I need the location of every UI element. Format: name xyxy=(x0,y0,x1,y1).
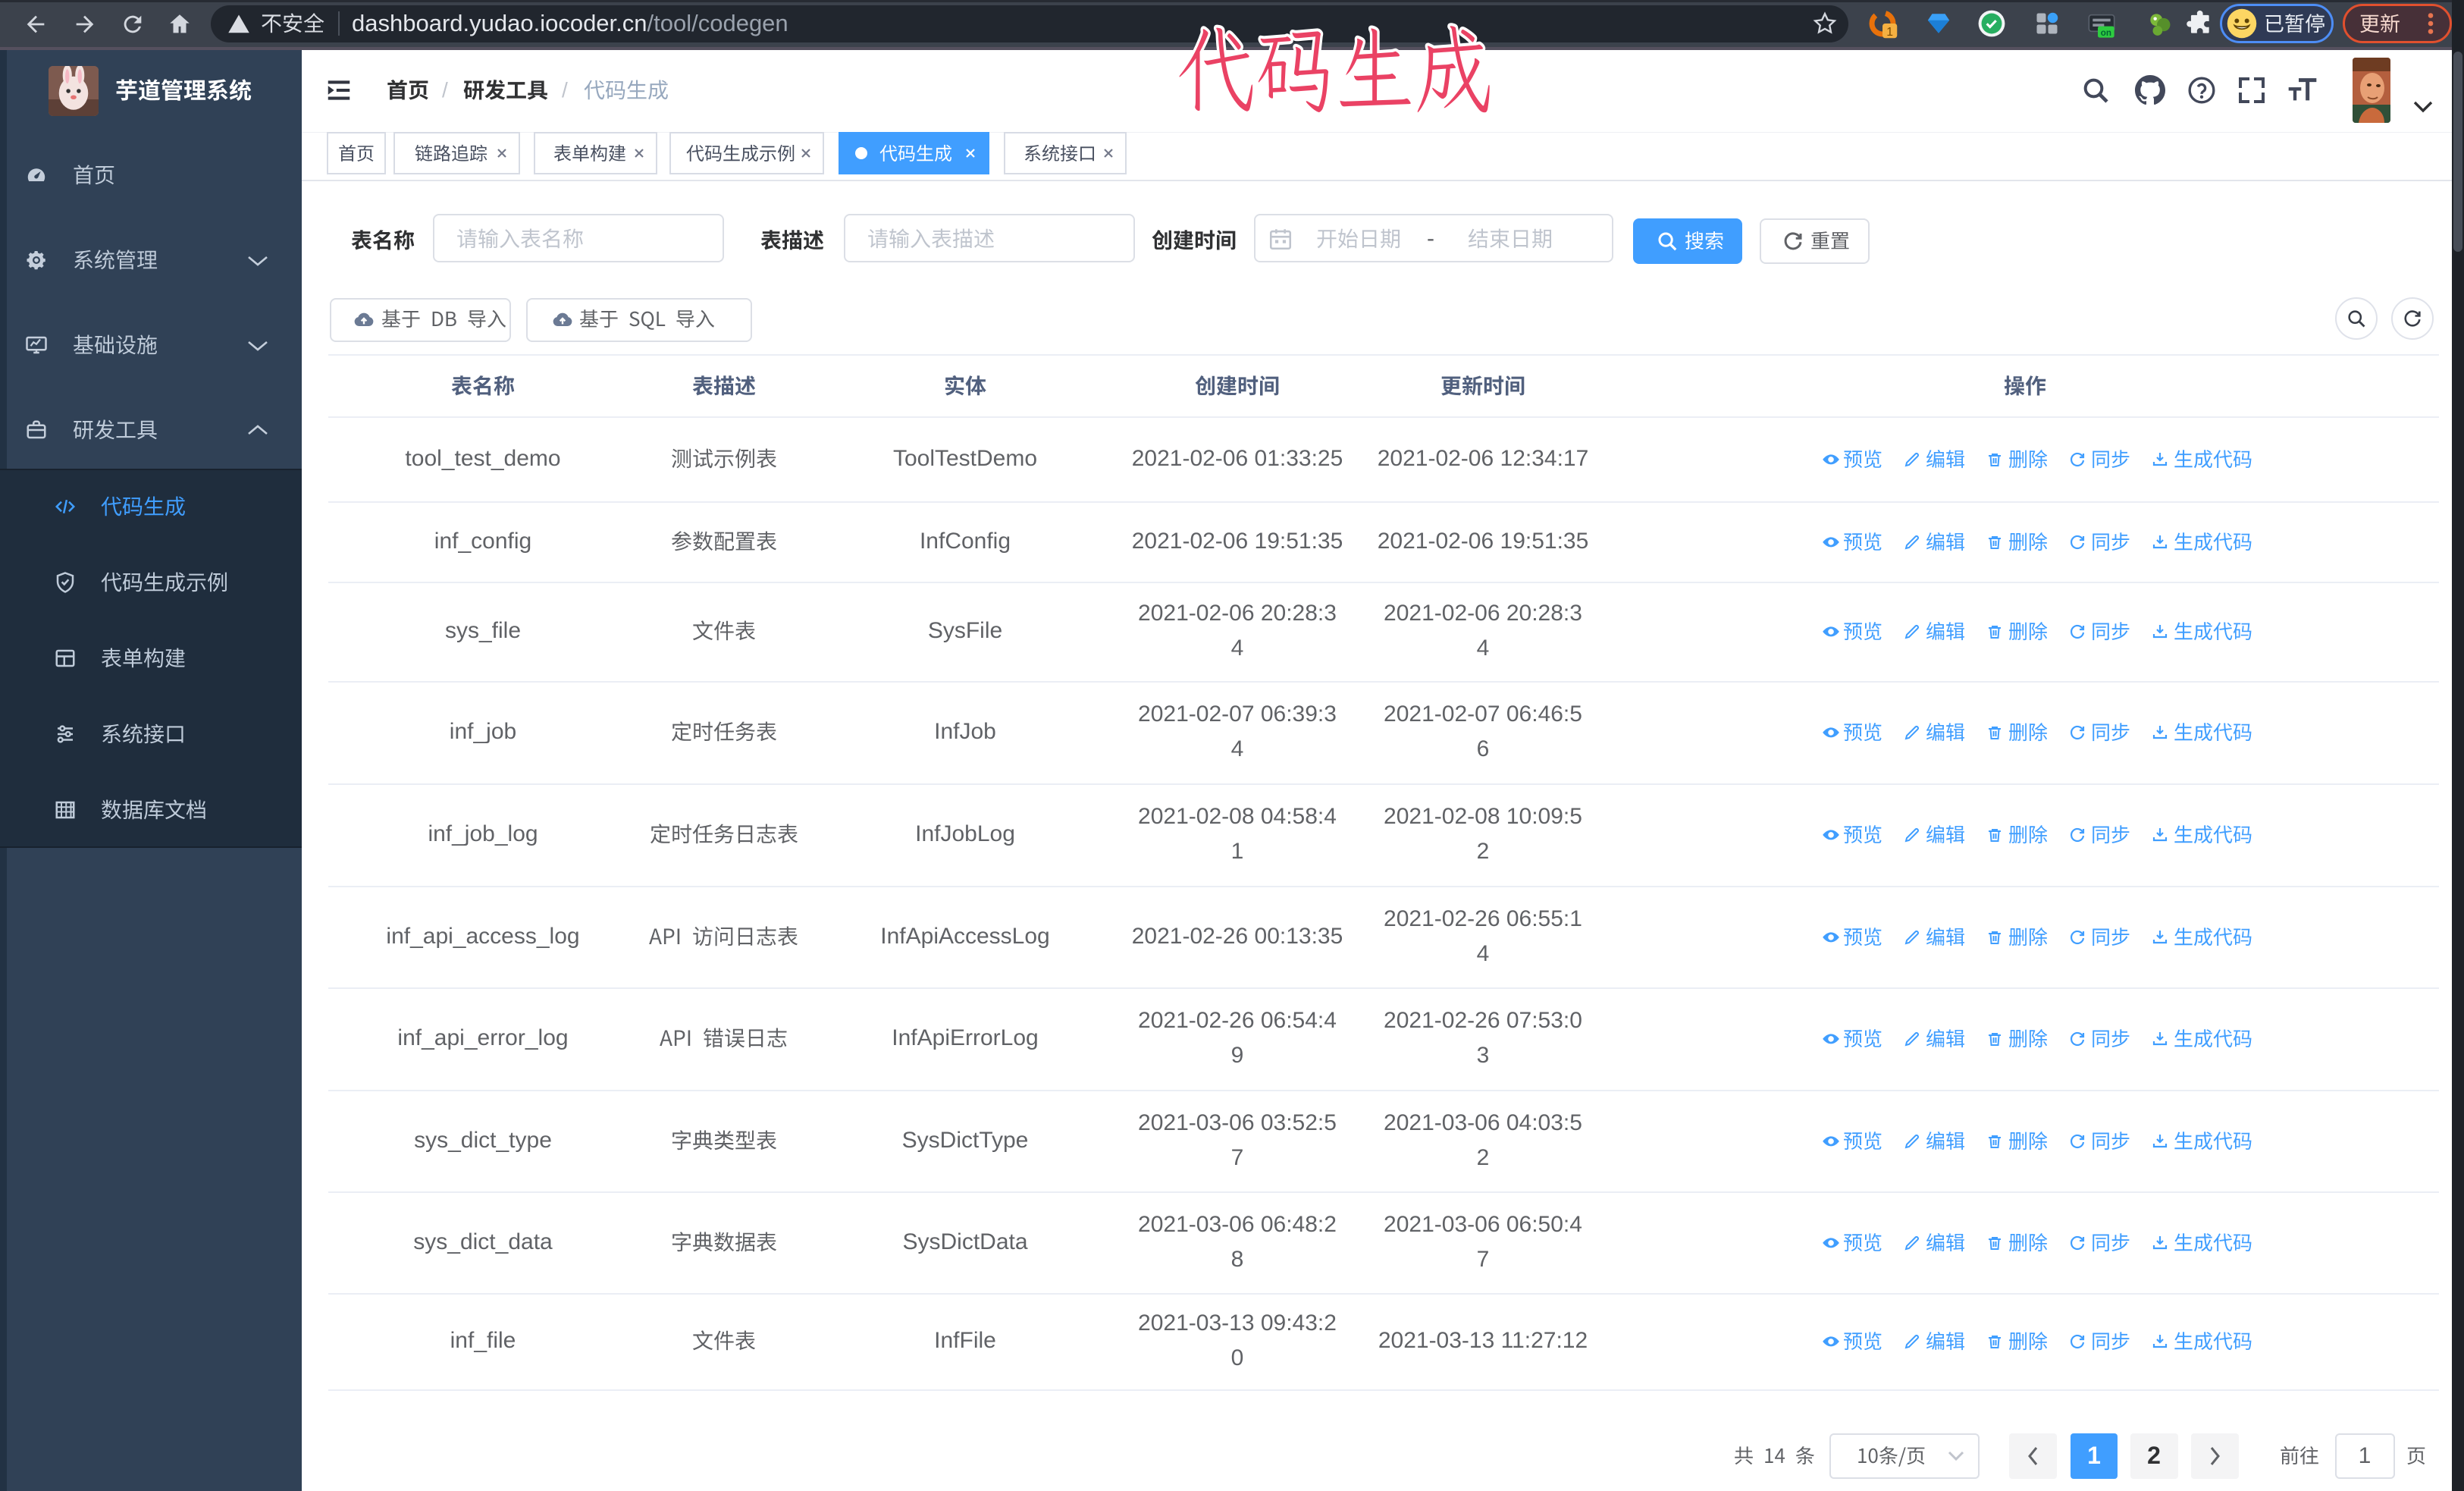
svg-text:1: 1 xyxy=(1886,26,1893,39)
svg-text:on: on xyxy=(2101,28,2111,38)
